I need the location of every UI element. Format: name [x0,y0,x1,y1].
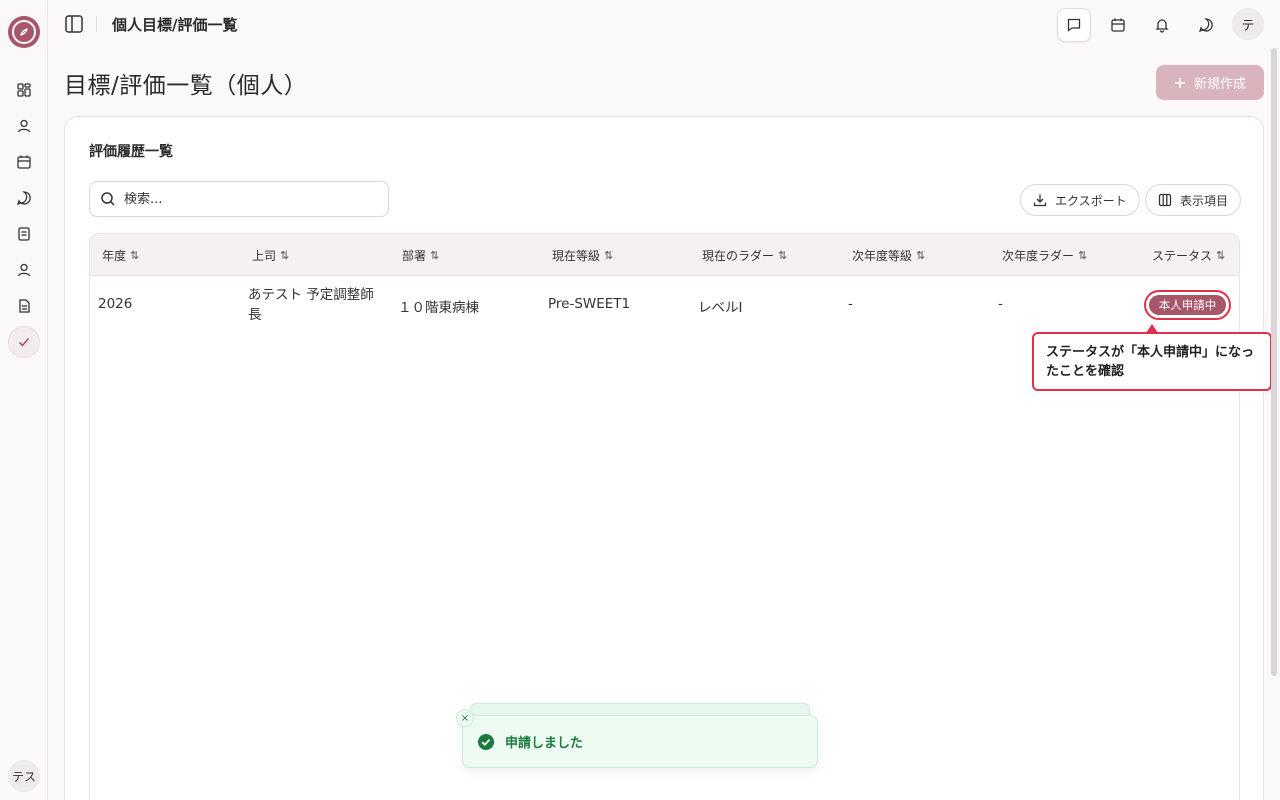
header-grade[interactable]: 現在等級 ⇅ [552,247,613,264]
chat-button[interactable] [1189,8,1223,42]
feedback-button[interactable] [1057,8,1091,42]
message-square-icon [1067,18,1081,32]
check-icon[interactable] [8,326,40,358]
header-boss[interactable]: 上司 ⇅ [252,247,289,264]
check-circle-icon [478,733,494,750]
sort-icon: ⇅ [604,249,614,262]
cell-ladder: レベルI [698,300,743,316]
sort-icon: ⇅ [1078,249,1088,262]
sidebar-toggle-icon[interactable] [62,12,86,36]
toast-close-button[interactable]: × [456,709,474,727]
card-title: 評価履歴一覧 [89,144,173,160]
sort-icon: ⇅ [916,249,926,262]
header-ladder[interactable]: 現在のラダー ⇅ [702,247,787,264]
chat-icon [1198,18,1213,33]
chat-icon[interactable] [12,186,36,210]
search-icon [101,192,115,206]
toast-message: 申請しました [505,736,584,751]
header-next-grade[interactable]: 次年度等級 ⇅ [852,247,925,264]
profile-icon[interactable] [12,258,36,282]
divider [96,16,97,32]
sort-icon: ⇅ [1216,249,1226,262]
breadcrumb-title: 個人目標/評価一覧 [112,16,238,34]
header-dept[interactable]: 部署 ⇅ [402,247,439,264]
cell-dept: １０階東病棟 [398,300,479,316]
dashboard-icon[interactable] [12,78,36,102]
header-status[interactable]: ステータス ⇅ [1152,247,1225,264]
cell-next-grade: - [848,296,853,312]
sort-icon: ⇅ [778,249,788,262]
search-box[interactable] [89,181,389,217]
status-highlight: 本人申請中 [1144,290,1231,320]
cell-next-ladder: - [998,296,1003,312]
list-icon[interactable] [12,222,36,246]
status-badge: 本人申請中 [1148,295,1227,315]
sort-icon: ⇅ [430,249,440,262]
success-toast: 申請しました [462,715,818,768]
bell-icon [1155,19,1169,33]
columns-icon [1158,193,1172,207]
user-avatar[interactable]: テ [1232,8,1264,40]
cell-grade: Pre-SWEET1 [548,296,631,312]
table-header: 年度 ⇅ 上司 ⇅ 部署 ⇅ 現在等級 ⇅ 現在のラダー ⇅ 次年度等級 ⇅ 次年度ラダー ⇅… [90,234,1239,276]
history-card: 評価履歴一覧 エクスポート 表示項目 年度⇅ 上司⇅ 部署⇅ 現在等級⇅ 現在の… [64,116,1264,800]
calendar-button[interactable] [1101,8,1135,42]
columns-button-label: 表示項目 [1180,193,1229,208]
calendar-icon[interactable] [12,150,36,174]
cell-boss: あテスト 予定調整師長 [248,287,374,323]
download-icon [1033,194,1047,207]
page-title: 目標/評価一覧（個人） [64,73,308,99]
callout-annotation: ステータスが「本人申請中」になったことを確認 [1032,332,1272,391]
sidebar: テス [0,0,48,800]
topbar: 個人目標/評価一覧 テ [48,0,1280,48]
user-icon[interactable] [12,114,36,138]
header-next-ladder[interactable]: 次年度ラダー ⇅ [1002,247,1087,264]
sort-icon: ⇅ [130,249,140,262]
columns-button[interactable]: 表示項目 [1145,184,1242,216]
user-avatar[interactable]: テス [8,760,40,792]
notifications-button[interactable] [1145,8,1179,42]
new-button[interactable]: 新規作成 [1156,65,1264,100]
sort-icon: ⇅ [280,249,290,262]
cell-year: 2026 [98,296,133,312]
table-row[interactable]: 2026 あテスト 予定調整師長 １０階東病棟 Pre-SWEET1 レベルI … [90,276,1239,332]
header-year[interactable]: 年度 ⇅ [102,247,139,264]
export-button-label: エクスポート [1055,193,1127,208]
calendar-icon [1111,18,1125,32]
search-input[interactable] [124,191,364,207]
document-icon[interactable] [12,294,36,318]
compass-icon [12,20,36,44]
export-button[interactable]: エクスポート [1020,184,1140,216]
app-logo[interactable] [8,16,40,48]
scrollbar[interactable] [1271,48,1277,676]
plus-icon [1174,77,1185,88]
new-button-label: 新規作成 [1193,77,1246,92]
